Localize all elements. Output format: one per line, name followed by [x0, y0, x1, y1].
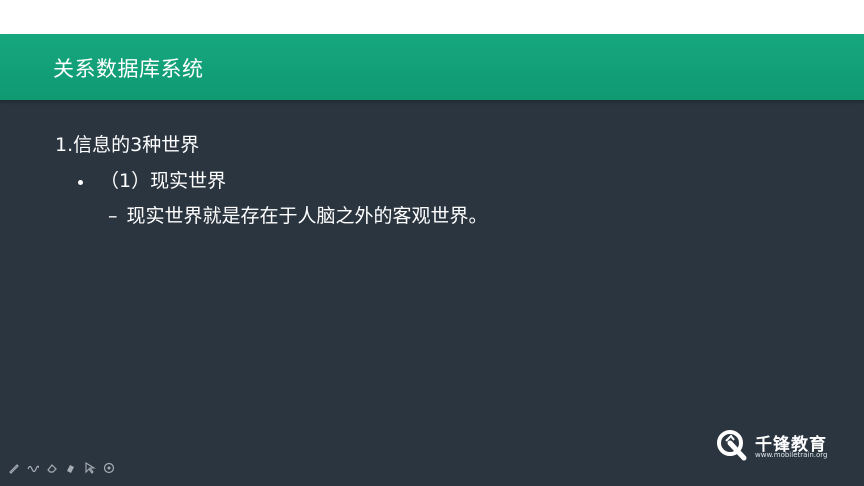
bullet-text: （1）现实世界	[100, 170, 227, 192]
pointer-icon[interactable]	[84, 462, 96, 474]
qianfeng-logo: 千锋教育 www.mobiletrain.org	[714, 428, 834, 468]
presentation-toolbar	[8, 462, 115, 474]
bullet-dot-icon	[78, 179, 83, 185]
eraser-icon[interactable]	[46, 462, 58, 474]
highlighter-icon[interactable]	[65, 462, 77, 474]
logo-mark-icon	[717, 430, 747, 461]
slide: 关系数据库系统 1.信息的3种世界 （1）现实世界 – 现实世界就是存在于人脑之…	[0, 0, 864, 486]
sub-bullet-text: 现实世界就是存在于人脑之外的客观世界。	[126, 205, 488, 227]
logo-url: www.mobiletrain.org	[755, 451, 828, 459]
pen-icon[interactable]	[8, 462, 20, 474]
section-heading: 1.信息的3种世界	[55, 134, 200, 156]
slide-content: 1.信息的3种世界 （1）现实世界 – 现实世界就是存在于人脑之外的客观世界。	[0, 0, 864, 486]
dash-marker: –	[108, 205, 118, 227]
wave-icon[interactable]	[27, 462, 39, 474]
bullet-item: （1）现实世界	[78, 168, 226, 194]
circle-icon[interactable]	[103, 462, 115, 474]
sub-bullet-item: – 现实世界就是存在于人脑之外的客观世界。	[108, 203, 488, 229]
